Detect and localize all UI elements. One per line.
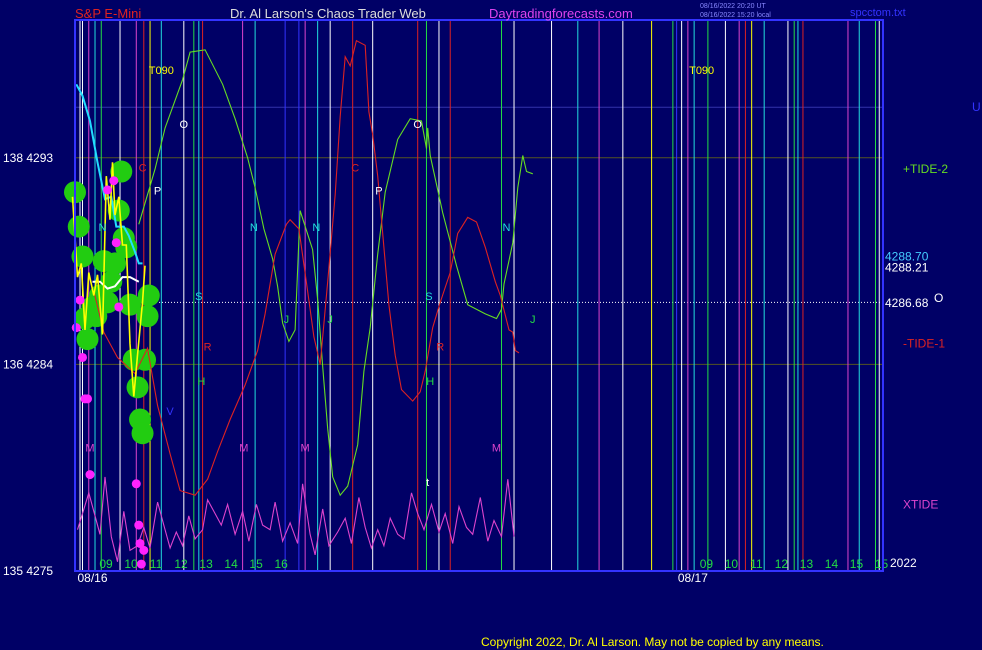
marker-letter-18: S (425, 291, 432, 303)
x-hour-label-9: 10 (725, 557, 739, 571)
marker-letter-4: O (180, 119, 189, 131)
marker-letter-7: H (197, 376, 205, 388)
marker-letter-8: V (166, 406, 174, 418)
volume-blob-20 (131, 422, 154, 445)
pivot-dot-6 (103, 185, 113, 195)
chaos-trader-chart: MNCPOSRHVMNJMNJCPOSRHtMNJT090 T090 138 42… (3, 3, 981, 649)
x-hour-label-15: 15 (875, 557, 889, 571)
site-label: Daytradingforecasts.com (489, 6, 633, 21)
x-hour-label-1: 10 (124, 557, 138, 571)
pivot-dot-10 (131, 479, 141, 489)
right-label-2: 4288.21 (885, 261, 929, 275)
x-hour-label-5: 14 (224, 557, 238, 571)
series-line-1 (93, 39, 520, 496)
marker-letter-11: J (284, 314, 290, 326)
x-hour-label-13: 14 (825, 557, 839, 571)
volume-blob-4 (76, 328, 99, 351)
chart-title: Dr. Al Larson's Chaos Trader Web (230, 6, 426, 21)
t090-label-1: T090 (689, 65, 714, 77)
marker-letter-5: S (195, 291, 202, 303)
pivot-dot-13 (136, 559, 146, 569)
marker-letter-9: M (239, 443, 248, 455)
marker-letter-6: R (204, 342, 212, 354)
date-label-1: 08/17 (678, 571, 708, 585)
marker-letter-17: O (413, 119, 422, 131)
pivot-dot-8 (111, 238, 121, 248)
marker-letter-12: M (301, 443, 310, 455)
timestamp-ut: 08/16/2022 20:20 UT (700, 3, 766, 10)
x-hour-label-8: 09 (700, 557, 714, 571)
marker-letter-22: M (492, 443, 501, 455)
series-line-0 (138, 49, 533, 497)
marker-letter-15: C (351, 163, 359, 175)
pivot-dot-9 (114, 302, 124, 312)
marker-letter-14: J (327, 314, 333, 326)
pivot-dot-2 (78, 352, 88, 362)
pivot-dot-1 (75, 295, 85, 305)
marker-letter-16: P (375, 185, 382, 197)
x-hour-label-11: 12 (775, 557, 789, 571)
x-hour-label-0: 09 (99, 557, 113, 571)
year-label: 2022 (890, 556, 917, 570)
y-axis-label-1: 136 4284 (3, 357, 53, 371)
right-label-6: XTIDE (903, 497, 938, 511)
pivot-dot-14 (139, 545, 149, 555)
marker-letter-3: P (154, 185, 161, 197)
x-hour-label-4: 13 (199, 557, 213, 571)
pivot-dot-7 (109, 176, 119, 186)
symbol-label: S&P E-Mini (75, 6, 141, 21)
x-hour-label-14: 15 (850, 557, 864, 571)
copyright: Copyright 2022, Dr. Al Larson. May not b… (481, 635, 824, 649)
volume-blob-23 (137, 284, 160, 307)
right-label-4: O (934, 291, 943, 305)
right-label-7: U (972, 100, 981, 114)
pivot-dot-0 (71, 323, 81, 333)
marker-letter-23: N (503, 222, 511, 234)
pivot-dot-11 (134, 520, 144, 530)
right-label-3: 4286.68 (885, 296, 929, 310)
x-hour-label-2: 11 (150, 557, 163, 571)
timestamp-local: 08/16/2022 15:20 local (700, 12, 771, 19)
x-hour-label-12: 13 (800, 557, 814, 571)
x-hour-label-7: 16 (274, 557, 288, 571)
right-label-5: -TIDE-1 (903, 337, 945, 351)
right-label-0: +TIDE-2 (903, 162, 948, 176)
marker-letter-19: R (436, 342, 444, 354)
x-hour-label-10: 11 (750, 557, 763, 571)
marker-letter-1: N (99, 222, 107, 234)
y-axis-label-2: 135 4275 (3, 564, 53, 578)
volume-blob-1 (67, 215, 90, 238)
file-label: spcctom.txt (850, 7, 906, 19)
letter-markers: MNCPOSRHVMNJMNJCPOSRHtMNJT090 T090 (85, 65, 714, 489)
marker-letter-10: N (250, 222, 258, 234)
marker-letter-13: N (312, 222, 320, 234)
marker-letter-21: t (426, 477, 429, 489)
volume-blob-18 (126, 376, 149, 399)
x-hour-label-3: 12 (174, 557, 188, 571)
x-hour-label-6: 15 (249, 557, 263, 571)
marker-letter-0: M (85, 443, 94, 455)
pivot-dot-5 (85, 470, 95, 480)
date-label-0: 08/16 (77, 571, 107, 585)
marker-letter-24: J (530, 314, 536, 326)
marker-letter-2: C (139, 163, 147, 175)
pivot-dot-4 (83, 394, 93, 404)
t090-label-0: T090 (149, 65, 174, 77)
y-axis-label-0: 138 4293 (3, 151, 53, 165)
marker-letter-20: H (426, 376, 434, 388)
